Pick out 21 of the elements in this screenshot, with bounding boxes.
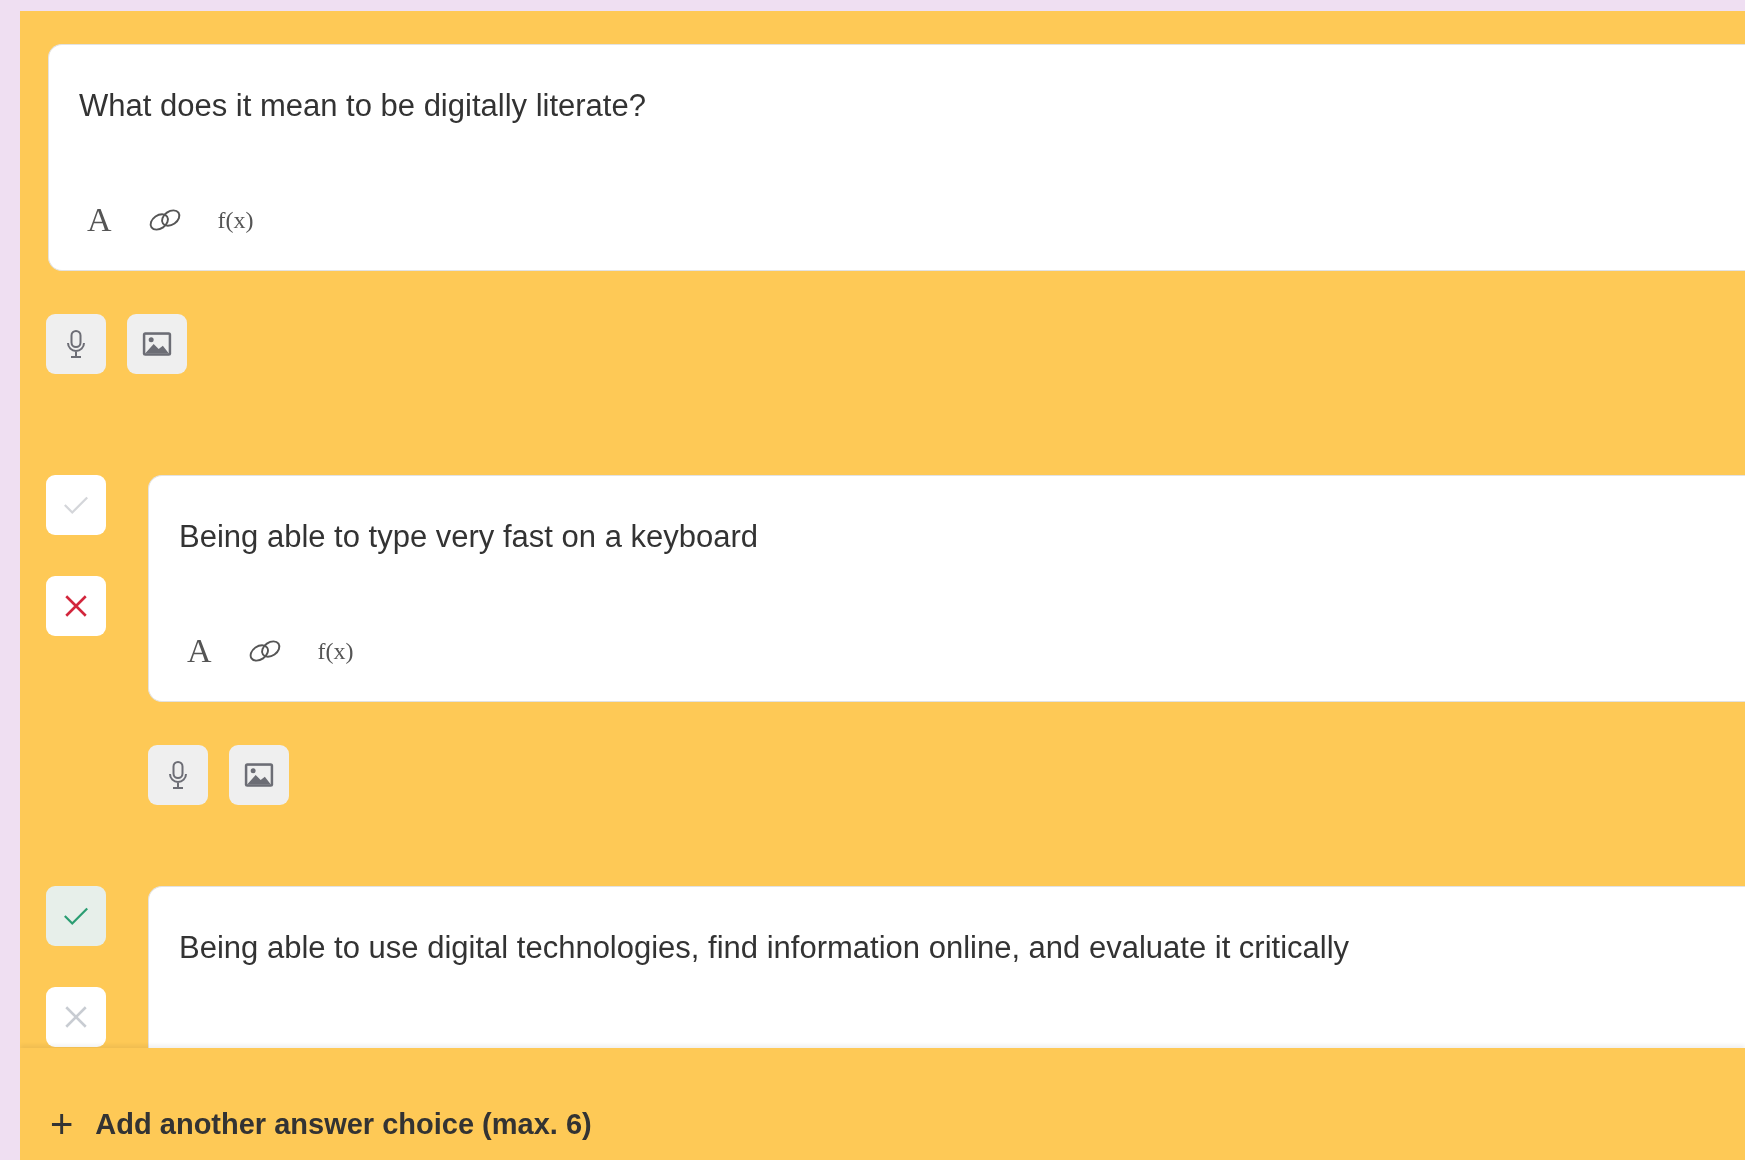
correct-toggle[interactable] — [46, 886, 106, 946]
correct-toggle[interactable] — [46, 475, 106, 535]
answer-field[interactable]: Being able to type very fast on a keyboard A f(x) — [148, 475, 1745, 702]
answer-field[interactable]: Being able to use digital technologies, find information online, and evaluate it critically — [148, 886, 1745, 1048]
formula-button[interactable]: f(x) — [317, 637, 354, 665]
text-format-button[interactable]: A — [187, 632, 212, 670]
image-icon — [142, 329, 172, 359]
image-icon — [244, 760, 274, 790]
question-field[interactable]: What does it mean to be digitally literate? A f(x) — [48, 44, 1745, 271]
microphone-button[interactable] — [46, 314, 106, 374]
formula-button[interactable]: f(x) — [217, 206, 254, 234]
question-text: What does it mean to be digitally literate? — [79, 87, 647, 125]
microphone-button[interactable] — [148, 745, 208, 805]
incorrect-toggle[interactable] — [46, 987, 106, 1047]
incorrect-toggle[interactable] — [46, 576, 106, 636]
text-format-button[interactable]: A — [87, 201, 112, 239]
add-choice-button[interactable]: + Add another answer choice (max. 6) — [50, 1104, 592, 1144]
answer-text: Being able to use digital technologies, find information online, and evaluate it critically — [179, 929, 1351, 967]
image-button[interactable] — [229, 745, 289, 805]
image-button[interactable] — [127, 314, 187, 374]
answer-text: Being able to type very fast on a keyboard — [179, 518, 760, 556]
